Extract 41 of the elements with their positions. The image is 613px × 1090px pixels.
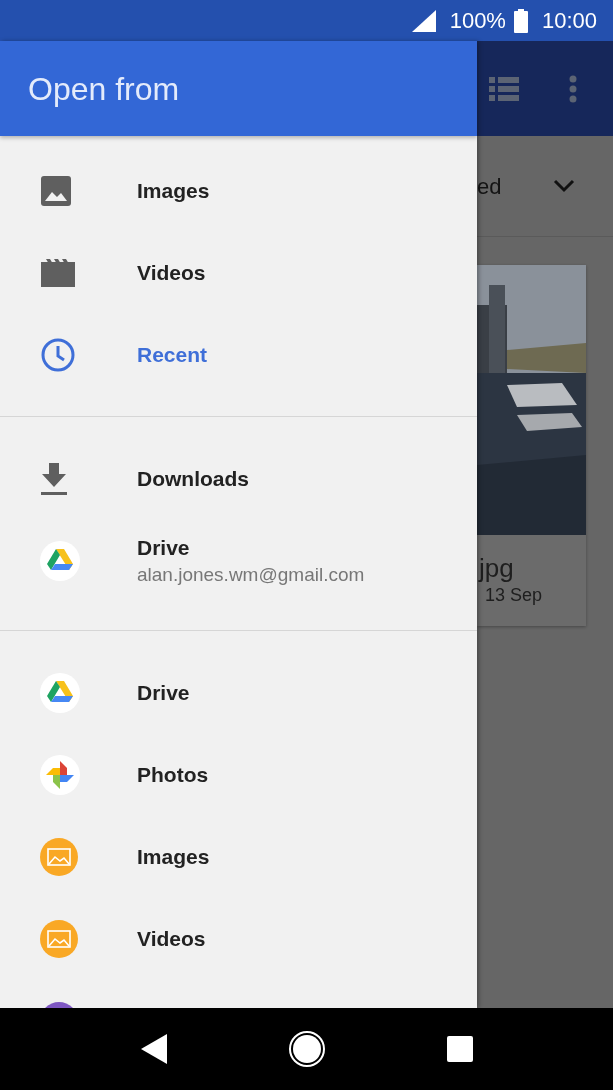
battery-icon	[513, 8, 528, 33]
gallery-icon	[40, 838, 78, 876]
signal-icon	[411, 9, 436, 32]
drawer-item[interactable]: Videos	[0, 898, 477, 980]
drawer-item[interactable]: Photos	[0, 734, 477, 816]
drawer-item[interactable]: Images	[0, 816, 477, 898]
pinwheel-icon	[40, 755, 80, 795]
drawer-item[interactable]: Downloads	[0, 438, 477, 520]
list-view-icon[interactable]	[489, 76, 519, 101]
recents-icon[interactable]	[446, 1036, 473, 1062]
more-icon[interactable]	[569, 74, 577, 103]
drawer-title: Open from	[28, 69, 180, 109]
item-label: Drive	[137, 535, 191, 561]
download-icon	[40, 462, 68, 496]
gallery-icon	[40, 920, 78, 958]
back-icon[interactable]	[140, 1033, 169, 1065]
home-icon[interactable]	[288, 1030, 327, 1068]
item-label: Recent	[137, 342, 208, 368]
item-label: Videos	[137, 926, 206, 952]
chevron-down-icon[interactable]	[553, 179, 575, 193]
item-label: Downloads	[137, 466, 249, 492]
clapperboard-icon	[40, 258, 76, 288]
file-date: 13 Sep	[484, 584, 544, 607]
drawer-item[interactable]: Drive alan.jones.wm@gmail.com	[0, 520, 477, 602]
account-email: alan.jones.wm@gmail.com	[137, 563, 365, 587]
drive-logo-icon	[40, 673, 80, 713]
drive-logo-icon	[40, 541, 80, 581]
drawer-item[interactable]: Images	[0, 150, 477, 232]
drawer-item[interactable]: Recent	[0, 314, 477, 396]
drawer-item[interactable]: Drive	[0, 652, 477, 734]
image-icon	[40, 175, 72, 207]
clock-icon	[40, 337, 76, 373]
item-label: Images	[137, 844, 210, 870]
item-label: Photos	[137, 762, 209, 788]
file-name: jpg	[479, 553, 515, 583]
item-label: Videos	[137, 260, 206, 286]
drawer-item[interactable]: Videos	[0, 232, 477, 314]
item-label: Images	[137, 178, 210, 204]
clock: 10:00	[541, 7, 597, 35]
item-label: Drive	[137, 680, 190, 706]
battery-level: 100%	[449, 7, 506, 35]
